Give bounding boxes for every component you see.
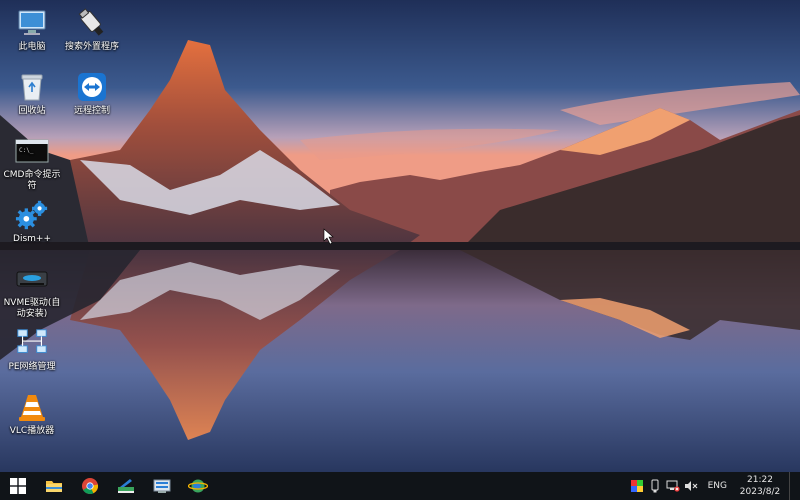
tray-color-icon[interactable] xyxy=(628,472,646,500)
vlc-cone-icon xyxy=(15,390,49,424)
desktop-icon-label: PE网络管理 xyxy=(8,362,56,372)
globe-icon xyxy=(188,479,208,493)
clock-date: 2023/8/2 xyxy=(739,487,781,497)
clock[interactable]: 21:22 2023/8/2 xyxy=(735,474,785,498)
tray-network[interactable] xyxy=(664,472,682,500)
system-tray: ENG 21:22 2023/8/2 xyxy=(628,472,800,500)
desktop-icon-dism[interactable]: Dism++ xyxy=(0,198,64,245)
desktop-icon-remote-control[interactable]: 远程控制 xyxy=(60,70,124,117)
terminal-icon: C:\_ xyxy=(15,134,49,168)
desktop-icon-vlc[interactable]: VLC播放器 xyxy=(0,390,64,437)
chrome-icon xyxy=(82,478,99,494)
usb-drive-icon xyxy=(75,6,109,40)
network-disconnected-icon xyxy=(666,480,680,492)
network-icon xyxy=(15,326,49,360)
svg-text:C:\_: C:\_ xyxy=(19,147,34,154)
desktop-icon-nvme[interactable]: NVME驱动(自动安装) xyxy=(0,262,64,320)
taskbar-disk-tool[interactable] xyxy=(144,472,180,500)
show-desktop-button[interactable] xyxy=(789,472,794,500)
taskbar: ENG 21:22 2023/8/2 xyxy=(0,472,800,500)
disk-tool-icon xyxy=(153,479,171,493)
taskbar-tool[interactable] xyxy=(108,472,144,500)
teamviewer-icon xyxy=(75,70,109,104)
desktop-icon-label: VLC播放器 xyxy=(9,426,55,436)
desktop-icon-label: Dism++ xyxy=(13,234,51,244)
taskbar-chrome[interactable] xyxy=(72,472,108,500)
tray-usb[interactable] xyxy=(646,472,664,500)
desktop-icon-label: 此电脑 xyxy=(18,42,46,52)
computer-icon xyxy=(15,6,49,40)
desktop-icon-label: 回收站 xyxy=(18,106,46,116)
desktop-icon-label: NVME驱动(自动安装) xyxy=(3,298,61,319)
tray-volume[interactable] xyxy=(682,472,700,500)
desktop[interactable]: 此电脑 搜索外置程序 回收站 远程控制 C:\_ CMD命令提示符 Dism++… xyxy=(0,0,800,472)
desktop-icon-pe-network[interactable]: PE网络管理 xyxy=(0,326,64,373)
taskbar-file-explorer[interactable] xyxy=(36,472,72,500)
start-icon xyxy=(10,478,26,494)
start-button[interactable] xyxy=(0,472,36,500)
tool-icon xyxy=(118,479,134,493)
desktop-icon-label: 远程控制 xyxy=(73,106,110,116)
usb-icon xyxy=(651,479,659,493)
gears-icon xyxy=(15,198,49,232)
file-explorer-icon xyxy=(46,481,62,492)
desktop-icon-cmd[interactable]: C:\_ CMD命令提示符 xyxy=(0,134,64,192)
input-language[interactable]: ENG xyxy=(708,481,727,491)
recycle-bin-icon xyxy=(15,70,49,104)
desktop-icon-label: CMD命令提示符 xyxy=(3,170,61,191)
taskbar-globe[interactable] xyxy=(180,472,216,500)
volume-muted-icon xyxy=(684,481,698,491)
desktop-icon-label: 搜索外置程序 xyxy=(64,42,119,52)
desktop-icon-search-peripheral[interactable]: 搜索外置程序 xyxy=(60,6,124,53)
color-palette-icon xyxy=(630,480,643,492)
desktop-icon-recycle-bin[interactable]: 回收站 xyxy=(0,70,64,117)
desktop-icon-this-pc[interactable]: 此电脑 xyxy=(0,6,64,53)
clock-time: 21:22 xyxy=(747,475,773,485)
drive-icon xyxy=(15,262,49,296)
